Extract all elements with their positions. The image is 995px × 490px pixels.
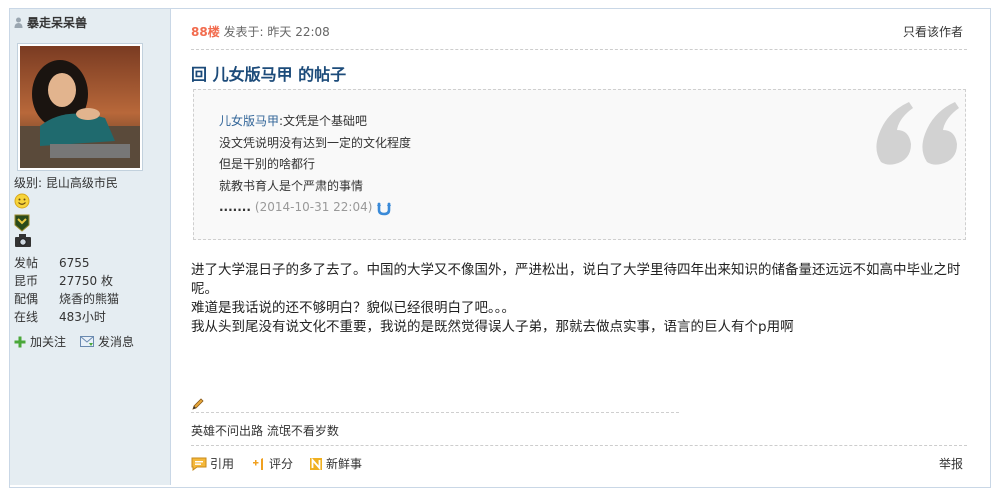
- avatar[interactable]: [17, 43, 143, 171]
- stat-spouse: 配偶 烧香的熊猫: [14, 292, 120, 306]
- post-paragraph: 我从头到尾没有说文化不重要，我说的是既然觉得误人子弟，那就去做点实事，语言的巨人…: [191, 319, 794, 335]
- quote-block: 儿女版马甲:文凭是个基础吧 没文凭说明没有达到一定的文化程度 但是干别的啥都行 …: [193, 89, 966, 240]
- smiley-icon: [14, 193, 30, 212]
- divider: [191, 49, 967, 50]
- author-name[interactable]: 暴走呆呆兽: [14, 14, 87, 31]
- medal-badge-icon: [14, 214, 30, 235]
- speech-bubble-icon: [191, 457, 207, 471]
- report-link[interactable]: 举报: [939, 455, 963, 472]
- stat-online: 在线 483小时: [14, 310, 106, 324]
- post-main: 88楼 发表于: 昨天 22:08 只看该作者 回 儿女版马甲 的帖子 儿女版马…: [181, 9, 971, 485]
- quote-text: 儿女版马甲:文凭是个基础吧 没文凭说明没有达到一定的文化程度 但是干别的啥都行 …: [219, 111, 411, 219]
- post-paragraph: 难道是我话说的还不够明白？貌似已经很明白了吧。。。: [191, 300, 515, 316]
- follow-button[interactable]: 加关注: [14, 333, 66, 350]
- user-stats: 发帖 6755 昆币 27750 枚 配偶 烧香的熊猫 在线 483小时: [14, 254, 119, 326]
- plus-one-icon: [253, 457, 264, 470]
- message-button[interactable]: 发消息: [80, 333, 134, 350]
- only-author-link[interactable]: 只看该作者: [903, 23, 963, 40]
- rate-button[interactable]: 评分: [250, 455, 293, 472]
- quote-line: 但是干别的啥都行: [219, 157, 316, 171]
- quote-line: 没文凭说明没有达到一定的文化程度: [219, 135, 412, 150]
- author-name-text: 暴走呆呆兽: [27, 16, 88, 30]
- quote-line: 就教书育人是个严肃的事情: [219, 178, 364, 193]
- news-button[interactable]: 新鲜事: [309, 455, 362, 472]
- signature: 英雄不问出路 流氓不看岁数: [191, 424, 339, 438]
- post-time: 发表于: 昨天 22:08: [223, 25, 330, 39]
- quote-mark-icon: [876, 102, 959, 165]
- camera-icon: [14, 233, 32, 251]
- stat-posts: 发帖 6755: [14, 256, 90, 270]
- stat-coins: 昆币 27750 枚: [14, 274, 113, 288]
- quote-first-line: 儿女版马甲:文凭是个基础吧: [219, 114, 368, 128]
- envelope-icon: [80, 336, 95, 347]
- user-level: 级别: 昆山高级市民: [14, 176, 118, 190]
- jump-to-quote-icon[interactable]: [376, 200, 392, 216]
- post-footer: 引用 评分 新鲜事: [191, 455, 362, 472]
- quote-reply-button[interactable]: 引用: [191, 455, 234, 472]
- quote-meta: ....... (2014-10-31 22:04): [219, 197, 411, 219]
- user-actions: 加关注 发消息: [14, 333, 134, 350]
- quote-author-link[interactable]: 儿女版马甲: [219, 114, 279, 128]
- post-paragraph: 进了大学混日子的多了去了。中国的大学又不像国外，严进松出，说白了大学里待四年出来…: [191, 262, 961, 297]
- news-icon: [310, 457, 323, 470]
- signature-divider: [191, 412, 679, 413]
- divider: [191, 445, 967, 446]
- floor-number[interactable]: 88楼: [191, 25, 220, 39]
- user-icon: [14, 17, 23, 28]
- post-body: 进了大学混日子的多了去了。中国的大学又不像国外，严进松出，说白了大学里待四年出来…: [191, 261, 966, 337]
- plus-icon: [14, 336, 26, 347]
- post-title: 回 儿女版马甲 的帖子: [191, 65, 347, 84]
- post-info: 88楼 发表于: 昨天 22:08: [191, 23, 330, 40]
